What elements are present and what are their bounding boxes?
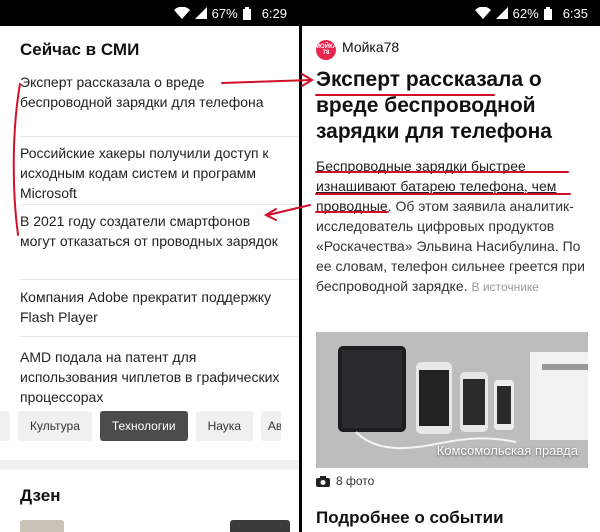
divider	[20, 336, 299, 337]
source-name[interactable]: Мойка78	[342, 39, 399, 55]
battery-percent: 67%	[211, 5, 238, 21]
dzen-card-thumbnail[interactable]	[230, 520, 290, 532]
battery-icon	[543, 6, 552, 20]
tab-auto[interactable]: Ав	[261, 411, 281, 441]
photo-count-label: 8 фото	[336, 474, 375, 488]
news-item[interactable]: Компания Adobe прекратит поддержку Flash…	[20, 287, 282, 327]
clock: 6:35	[562, 5, 588, 21]
dzen-card-thumbnail[interactable]	[20, 520, 64, 532]
more-about-event-title: Подробнее о событии	[316, 508, 504, 527]
right-screen: 62% 6:35 МОЙКА 78 Мойка78 Эксперт расска…	[302, 0, 600, 532]
source-logo[interactable]: МОЙКА 78	[315, 40, 337, 60]
divider	[20, 136, 299, 137]
section-title: Сейчас в СМИ	[20, 40, 140, 59]
battery-percent: 62%	[512, 5, 539, 21]
photo-caption: Комсомольская правда	[436, 443, 578, 458]
battery-icon	[242, 6, 251, 20]
status-bar: 62% 6:35	[302, 0, 600, 26]
divider	[20, 279, 299, 280]
news-item[interactable]: Российские хакеры получили доступ к исхо…	[20, 143, 282, 203]
article-body: Беспроводные зарядки быстрее изнашивают …	[316, 156, 588, 297]
tab-culture[interactable]: Культура	[18, 411, 92, 441]
photo-count[interactable]: 8 фото	[316, 474, 374, 488]
divider-band	[0, 460, 299, 470]
dzen-title: Дзен	[20, 486, 61, 505]
tab-technology[interactable]: Технологии	[99, 411, 188, 441]
signal-icon	[194, 7, 207, 19]
divider	[20, 204, 299, 205]
status-bar: 67% 6:29	[0, 0, 299, 26]
news-item[interactable]: В 2021 году создатели смартфонов могут о…	[20, 211, 282, 251]
camera-icon	[316, 475, 330, 487]
clock: 6:29	[261, 5, 287, 21]
category-tabs: Культура Технологии Наука Ав	[0, 411, 281, 441]
source-link[interactable]: В источнике	[472, 280, 539, 294]
tab-partial[interactable]	[0, 411, 10, 441]
wifi-icon	[173, 7, 190, 19]
article-headline: Эксперт рассказала о вреде беспроводной …	[316, 68, 552, 143]
left-screen: 67% 6:29 Сейчас в СМИ Эксперт рассказала…	[0, 0, 299, 532]
tab-science[interactable]: Наука	[195, 411, 253, 441]
news-item[interactable]: Эксперт рассказала о вреде беспроводной …	[20, 72, 282, 112]
wifi-icon	[474, 7, 491, 19]
news-item[interactable]: AMD подала на патент для использования ч…	[20, 347, 282, 407]
article-photo[interactable]: Комсомольская правда	[316, 332, 588, 468]
signal-icon	[495, 7, 508, 19]
